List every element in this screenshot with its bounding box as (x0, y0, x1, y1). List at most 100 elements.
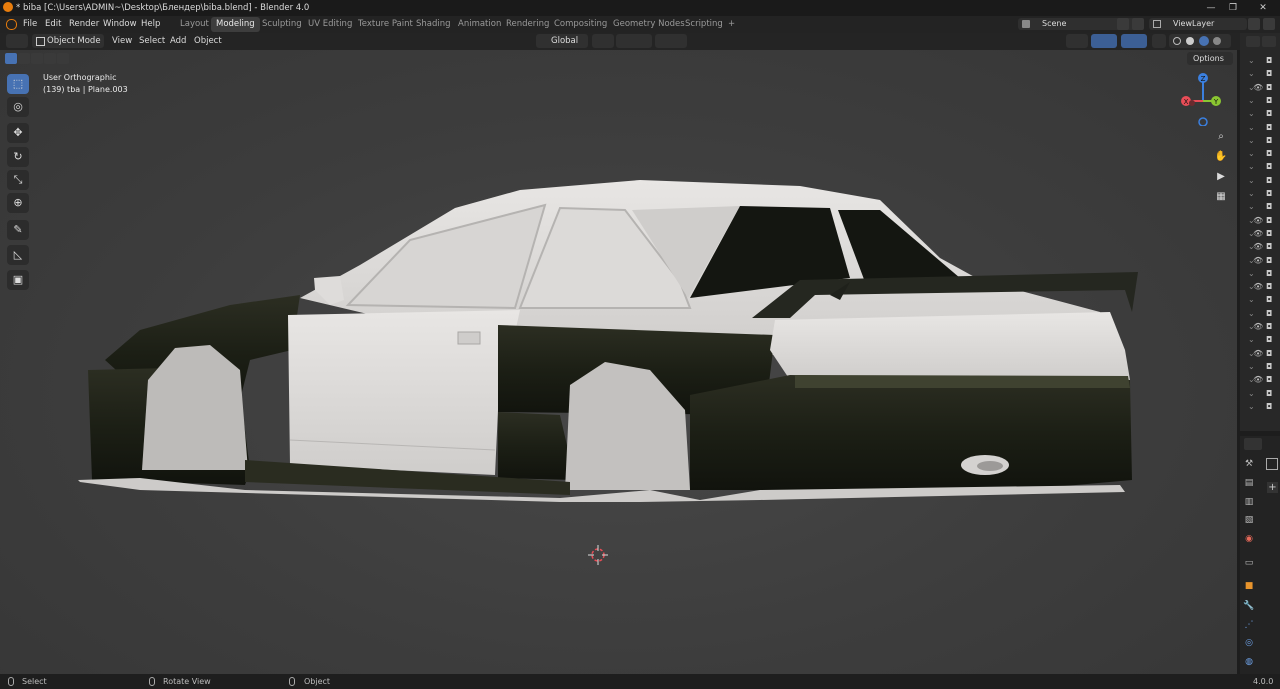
outliner-row[interactable]: ⌄ ◘ (1248, 334, 1276, 347)
expand-chevron-icon[interactable]: ⌄ (1248, 309, 1255, 318)
expand-chevron-icon[interactable]: ⌄ (1248, 295, 1255, 304)
outliner-row[interactable]: ⌄ ◘ (1248, 294, 1276, 307)
outliner-row[interactable]: ⌄ ◘ (1248, 135, 1276, 148)
render-camera-icon[interactable]: ◘ (1266, 362, 1272, 371)
xray-icon[interactable] (1152, 34, 1166, 48)
visibility-eye-icon[interactable]: 👁 (1253, 375, 1263, 384)
render-camera-icon[interactable]: ◘ (1266, 149, 1272, 158)
expand-chevron-icon[interactable]: ⌄ (1248, 149, 1255, 158)
expand-chevron-icon[interactable]: ⌄ (1248, 176, 1255, 185)
properties-add-icon[interactable]: + (1267, 482, 1278, 493)
tab-scripting[interactable]: Scripting (680, 17, 728, 32)
output-properties-icon[interactable]: ▥ (1243, 496, 1255, 508)
tab-compositing[interactable]: Compositing (549, 17, 612, 32)
scene-properties-icon[interactable]: ◉ (1243, 533, 1255, 545)
expand-chevron-icon[interactable]: ⌄ (1248, 136, 1255, 145)
expand-chevron-icon[interactable]: ⌄ (1248, 96, 1255, 105)
tab-geometry-nodes[interactable]: Geometry Nodes (608, 17, 690, 32)
orientation-selector[interactable]: Global (536, 34, 588, 48)
tab-layout[interactable]: Layout (175, 17, 214, 32)
world-properties-icon[interactable]: ▭ (1243, 557, 1255, 569)
outliner-row[interactable]: ⌄ 👁 ◘ (1248, 82, 1276, 95)
new-scene-icon[interactable] (1117, 18, 1129, 30)
visibility-eye-icon[interactable]: 👁 (1253, 229, 1263, 238)
shading-modes[interactable] (1169, 34, 1231, 48)
delete-scene-icon[interactable] (1132, 18, 1144, 30)
outliner-row[interactable]: ⌄ 👁 ◘ (1248, 241, 1276, 254)
viewlayer-selector[interactable]: ViewLayer (1149, 18, 1247, 30)
outliner-row[interactable]: ⌄ ◘ (1248, 122, 1276, 135)
outliner-row[interactable]: ⌄ ◘ (1248, 95, 1276, 108)
menu-file[interactable]: File (23, 19, 37, 29)
menu-edit[interactable]: Edit (45, 19, 61, 29)
wireframe-shading-icon[interactable] (1173, 37, 1181, 45)
overlay-toggle-icon[interactable] (1121, 34, 1147, 48)
menu-view[interactable]: View (112, 36, 132, 46)
tab-texture-paint[interactable]: Texture Paint (353, 17, 418, 32)
visibility-icon[interactable] (1066, 34, 1088, 48)
expand-chevron-icon[interactable]: ⌄ (1248, 69, 1255, 78)
expand-chevron-icon[interactable]: ⌄ (1248, 162, 1255, 171)
menu-object[interactable]: Object (194, 36, 222, 46)
expand-chevron-icon[interactable]: ⌄ (1248, 202, 1255, 211)
properties-editor-type-icon[interactable] (1244, 438, 1262, 450)
render-camera-icon[interactable]: ◘ (1266, 335, 1272, 344)
visibility-eye-icon[interactable]: 👁 (1253, 349, 1263, 358)
editor-type-button[interactable] (6, 34, 28, 48)
close-button[interactable]: ✕ (1256, 2, 1270, 14)
3d-viewport[interactable]: User Orthographic (139) tba | Plane.003 … (0, 50, 1237, 674)
physics-properties-icon[interactable]: ◎ (1243, 637, 1255, 649)
collection-properties-icon[interactable]: ■ (1243, 580, 1255, 592)
outliner-row[interactable]: ⌄ ◘ (1248, 308, 1276, 321)
render-camera-icon[interactable]: ◘ (1266, 136, 1272, 145)
render-camera-icon[interactable]: ◘ (1266, 349, 1272, 358)
outliner-row[interactable]: ⌄ ◘ (1248, 361, 1276, 374)
blender-menu-icon[interactable] (6, 19, 17, 30)
minimize-button[interactable]: — (1204, 2, 1218, 14)
render-camera-icon[interactable]: ◘ (1266, 96, 1272, 105)
expand-chevron-icon[interactable]: ⌄ (1248, 109, 1255, 118)
tool-properties-icon[interactable]: ⚒ (1243, 458, 1255, 470)
properties-expand-icon[interactable] (1266, 458, 1278, 470)
outliner-row[interactable]: ⌄ 👁 ◘ (1248, 255, 1276, 268)
render-camera-icon[interactable]: ◘ (1266, 282, 1272, 291)
outliner-row[interactable]: ⌄ ◘ (1248, 268, 1276, 281)
expand-chevron-icon[interactable]: ⌄ (1248, 389, 1255, 398)
tab-uv-editing[interactable]: UV Editing (303, 17, 357, 32)
visibility-eye-icon[interactable]: 👁 (1253, 216, 1263, 225)
outliner-row[interactable]: ⌄ ◘ (1248, 55, 1276, 68)
menu-help[interactable]: Help (141, 19, 160, 29)
outliner-row[interactable]: ⌄ 👁 ◘ (1248, 321, 1276, 334)
pivot-icon[interactable] (592, 34, 614, 48)
car-body-model[interactable] (0, 50, 1237, 674)
expand-chevron-icon[interactable]: ⌄ (1248, 362, 1255, 371)
expand-chevron-icon[interactable]: ⌄ (1248, 123, 1255, 132)
visibility-eye-icon[interactable]: 👁 (1253, 242, 1263, 251)
snap-icon[interactable] (616, 34, 652, 48)
outliner-row[interactable]: ⌄ ◘ (1248, 108, 1276, 121)
outliner-row[interactable]: ⌄ ◘ (1248, 188, 1276, 201)
outliner-row[interactable]: ⌄ ◘ (1248, 68, 1276, 81)
render-camera-icon[interactable]: ◘ (1266, 56, 1272, 65)
render-camera-icon[interactable]: ◘ (1266, 322, 1272, 331)
menu-add[interactable]: Add (170, 36, 186, 46)
expand-chevron-icon[interactable]: ⌄ (1248, 335, 1255, 344)
render-camera-icon[interactable]: ◘ (1266, 202, 1272, 211)
view-layer-properties-icon[interactable]: ▧ (1243, 514, 1255, 526)
render-camera-icon[interactable]: ◘ (1266, 375, 1272, 384)
outliner-row[interactable]: ⌄ ◘ (1248, 201, 1276, 214)
menu-select[interactable]: Select (139, 36, 165, 46)
render-camera-icon[interactable]: ◘ (1266, 123, 1272, 132)
outliner-row[interactable]: ⌄ ◘ (1248, 175, 1276, 188)
add-workspace-button[interactable]: + (723, 17, 740, 32)
render-camera-icon[interactable]: ◘ (1266, 256, 1272, 265)
outliner-row[interactable]: ⌄ ◘ (1248, 401, 1276, 414)
render-camera-icon[interactable]: ◘ (1266, 189, 1272, 198)
solid-shading-icon[interactable] (1186, 37, 1194, 45)
expand-chevron-icon[interactable]: ⌄ (1248, 56, 1255, 65)
render-camera-icon[interactable]: ◘ (1266, 309, 1272, 318)
3d-cursor-icon[interactable] (588, 545, 608, 565)
render-camera-icon[interactable]: ◘ (1266, 269, 1272, 278)
outliner-row[interactable]: ⌄ 👁 ◘ (1248, 281, 1276, 294)
expand-chevron-icon[interactable]: ⌄ (1248, 402, 1255, 411)
